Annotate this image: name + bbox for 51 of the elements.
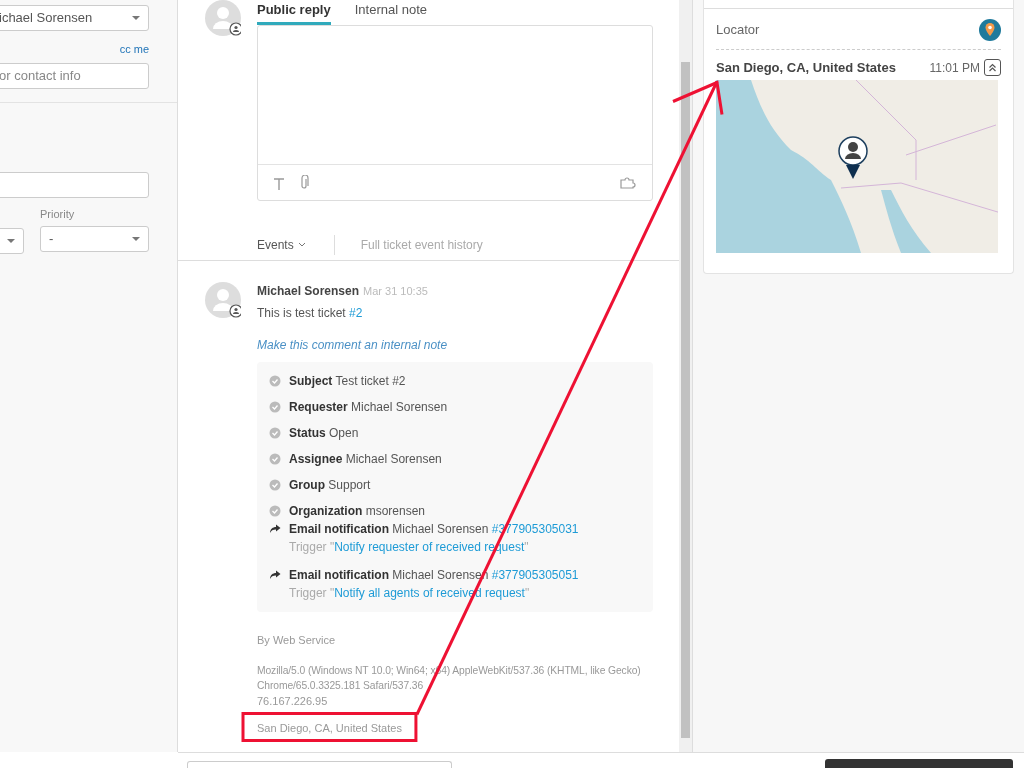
puzzle-icon[interactable] xyxy=(620,175,636,189)
via-text: By Web Service xyxy=(257,633,337,648)
submit-button[interactable] xyxy=(825,759,1013,768)
pin-icon xyxy=(979,19,1001,41)
forward-arrow-icon xyxy=(269,569,281,581)
check-icon xyxy=(269,505,281,517)
chevron-down-icon xyxy=(297,242,306,247)
event-text: Group Support xyxy=(289,477,371,494)
location-heading: San Diego, CA, United States xyxy=(716,59,897,77)
avatar-icon xyxy=(205,0,241,36)
check-icon xyxy=(269,375,281,387)
check-icon xyxy=(269,479,281,491)
paperclip-icon[interactable] xyxy=(300,174,309,190)
event-text: Assignee Michael Sorensen xyxy=(289,451,442,468)
caret-icon xyxy=(7,238,15,243)
cc-input-field[interactable]: or contact info xyxy=(0,62,149,89)
ip-address-text: 76.167.226.95 xyxy=(257,693,329,709)
cc-me-link[interactable]: cc me xyxy=(119,43,149,55)
events-filter[interactable]: Events xyxy=(257,235,306,254)
event-text: Subject Test ticket #2 xyxy=(289,373,406,390)
scrollbar[interactable] xyxy=(679,0,692,752)
avatar-icon xyxy=(205,281,241,318)
internal-note-link[interactable]: Make this comment an internal note xyxy=(257,335,448,354)
reply-tab[interactable]: Public reply xyxy=(257,0,331,25)
check-icon xyxy=(269,453,281,465)
double-chevron-up-icon xyxy=(988,63,997,73)
caret-icon xyxy=(132,16,140,20)
reply-editor[interactable] xyxy=(257,24,653,201)
priority-select[interactable]: - xyxy=(40,226,149,252)
text-input-field[interactable] xyxy=(0,171,149,198)
local-time: 11:01 PM xyxy=(929,59,980,77)
check-icon xyxy=(269,427,281,439)
notification-link[interactable]: #377905305051 xyxy=(491,568,579,582)
priority-label: Priority xyxy=(40,206,76,222)
history-link[interactable]: Full ticket event history xyxy=(360,235,483,254)
event-text: Status Open xyxy=(289,425,359,442)
ticket-link[interactable]: #2 xyxy=(349,305,363,320)
comment-time: Mar 31 10:35 xyxy=(363,283,428,299)
event-text: Requester Michael Sorensen xyxy=(289,399,448,416)
caret-icon xyxy=(132,237,140,241)
location-text: San Diego, CA, United States xyxy=(257,720,402,735)
author-name: Michael Sorensen xyxy=(257,282,360,300)
reply-tab[interactable]: Internal note xyxy=(354,0,427,25)
event-text: Organization msorensen xyxy=(289,503,426,520)
collapse-button[interactable] xyxy=(984,59,1001,77)
locator-title: Locator xyxy=(716,21,760,40)
requester-select[interactable]: ichael Sorensen xyxy=(0,5,149,31)
comment-body: This is test ticket #2 xyxy=(257,304,364,322)
check-icon xyxy=(269,401,281,413)
status-select[interactable] xyxy=(0,227,24,254)
forward-arrow-icon xyxy=(269,523,281,535)
